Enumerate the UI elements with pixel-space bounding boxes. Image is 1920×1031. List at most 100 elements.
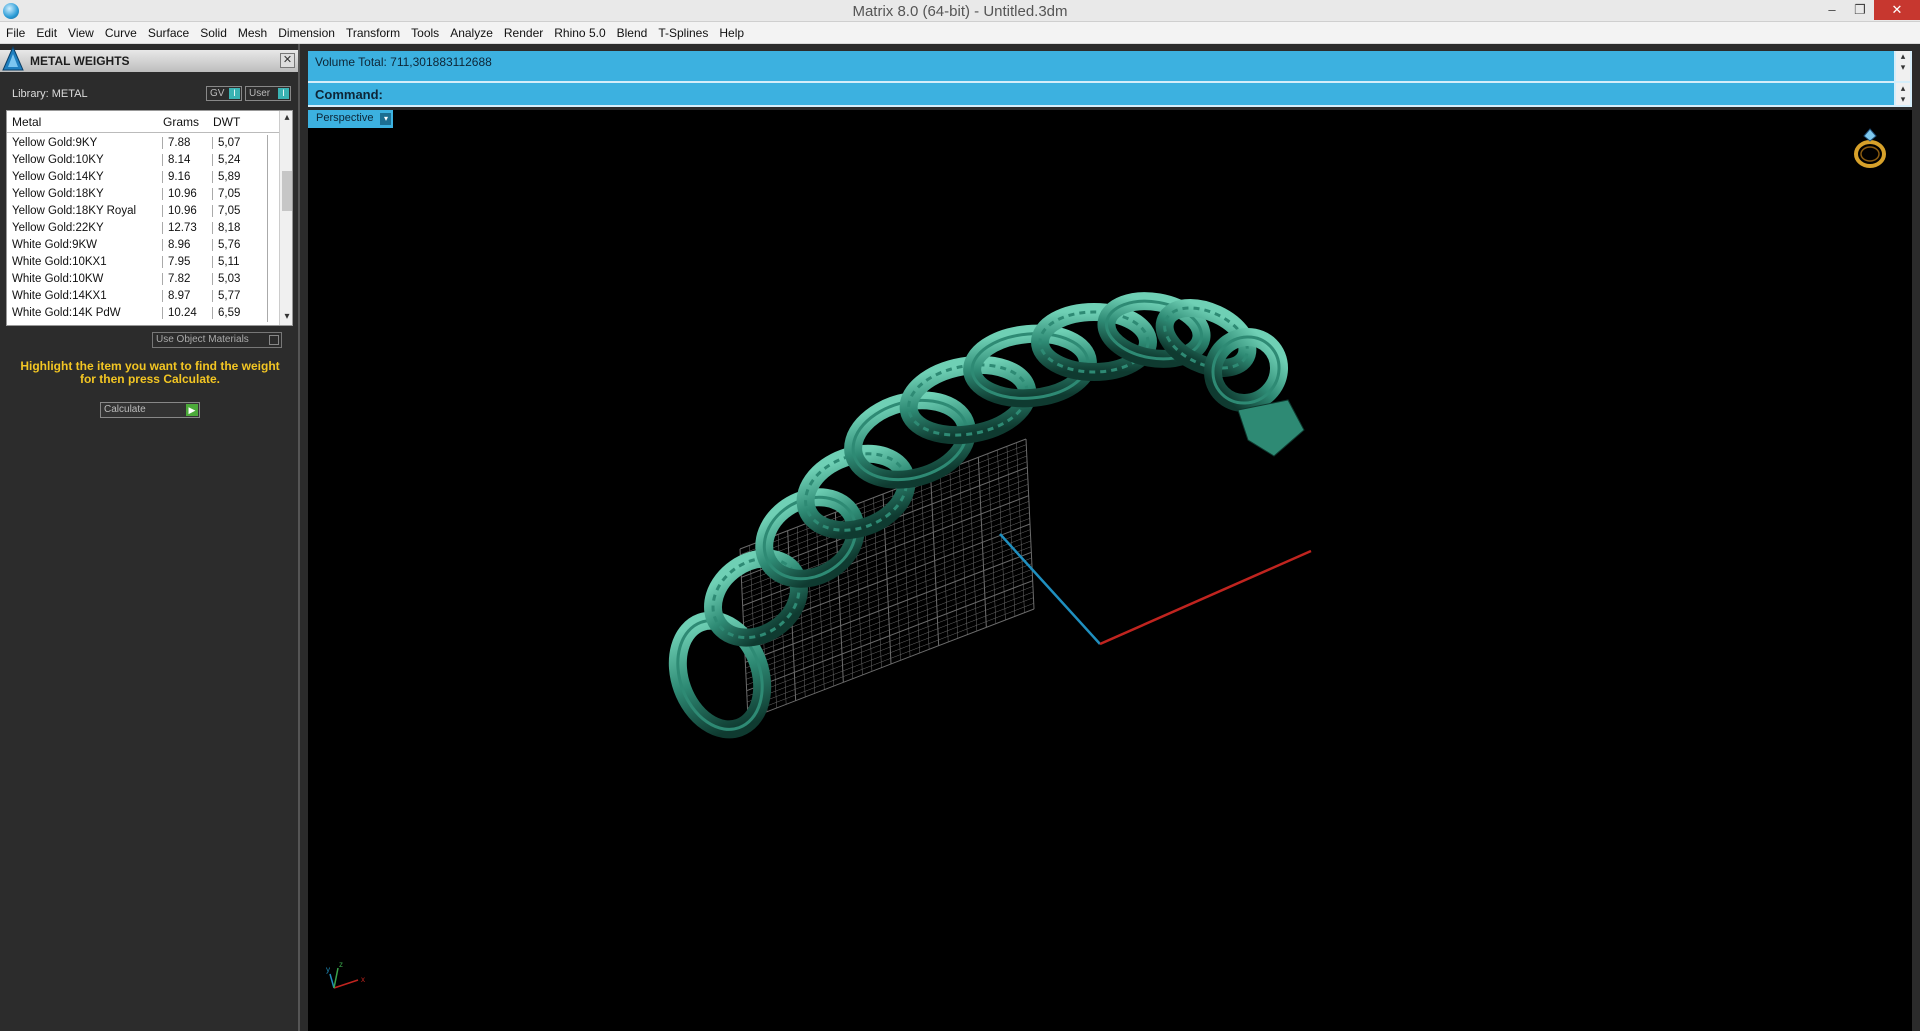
- matrix-logo-icon: [2, 46, 24, 71]
- menu-transform[interactable]: Transform: [346, 26, 400, 40]
- header-metal[interactable]: Metal: [12, 115, 41, 129]
- table-row[interactable]: Yellow Gold:18KY 10.96 7,05: [7, 186, 279, 203]
- svg-text:x: x: [361, 975, 365, 984]
- user-indicator: I: [278, 88, 289, 99]
- table-scrollbar[interactable]: ▴ ▾: [279, 111, 292, 325]
- grid-line: [1016, 442, 1025, 613]
- menu-help[interactable]: Help: [719, 26, 744, 40]
- command-line[interactable]: Command:: [308, 83, 1894, 105]
- gv-toggle[interactable]: GV I: [206, 86, 242, 101]
- metal-cell: Yellow Gold:18KY Royal: [12, 205, 137, 217]
- metal-cell: Yellow Gold:14KY: [12, 171, 104, 183]
- grams-cell: 10.24: [162, 307, 212, 319]
- row-end-divider: [267, 169, 268, 186]
- grid-line: [911, 482, 920, 654]
- row-end-divider: [267, 220, 268, 237]
- table-body: Yellow Gold:9KY 7.88 5,07 Yellow Gold:10KY 8…: [7, 135, 279, 322]
- menu-mesh[interactable]: Mesh: [238, 26, 267, 40]
- chain-bracelet-model[interactable]: [663, 292, 1305, 741]
- window-title: Matrix 8.0 (64-bit) - Untitled.3dm: [852, 3, 1068, 20]
- grams-cell: 7.88: [162, 137, 212, 149]
- menu-curve[interactable]: Curve: [105, 26, 137, 40]
- ring-icon[interactable]: [1850, 126, 1890, 170]
- menu-tsplines[interactable]: T-Splines: [658, 26, 708, 40]
- header-dwt[interactable]: DWT: [213, 115, 240, 129]
- table-row[interactable]: Yellow Gold:14KY 9.16 5,89: [7, 169, 279, 186]
- title-bar: Matrix 8.0 (64-bit) - Untitled.3dm – ❐ ✕: [0, 0, 1920, 22]
- instruction-text: Highlight the item you want to find the …: [20, 359, 280, 386]
- restore-button[interactable]: ❐: [1846, 0, 1874, 20]
- grid-line: [1025, 438, 1035, 610]
- metal-cell: Yellow Gold:10KY: [12, 154, 104, 166]
- perspective-viewport[interactable]: Perspective ▾ x y z: [308, 110, 1912, 1031]
- svg-text:y: y: [326, 965, 330, 974]
- close-button[interactable]: ✕: [1874, 0, 1920, 20]
- dwt-cell: 7,05: [212, 188, 272, 200]
- dwt-cell: 8,18: [212, 222, 272, 234]
- scene-canvas[interactable]: [308, 110, 1912, 1031]
- menu-analyze[interactable]: Analyze: [450, 26, 493, 40]
- dwt-cell: 6,59: [212, 307, 272, 319]
- grams-cell: 7.82: [162, 273, 212, 285]
- table-row[interactable]: Yellow Gold:22KY 12.73 8,18: [7, 220, 279, 237]
- scroll-down-icon[interactable]: ▾: [281, 311, 292, 323]
- row-end-divider: [267, 186, 268, 203]
- table-row[interactable]: White Gold:10KX1 7.95 5,11: [7, 254, 279, 271]
- panel-close-button[interactable]: ✕: [280, 53, 295, 68]
- menu-edit[interactable]: Edit: [36, 26, 57, 40]
- dwt-cell: 5,11: [212, 256, 272, 268]
- viewport-title-tab[interactable]: Perspective ▾: [308, 110, 394, 128]
- panel-header: METAL WEIGHTS ✕: [0, 46, 298, 72]
- row-end-divider: [267, 203, 268, 220]
- menu-render[interactable]: Render: [504, 26, 543, 40]
- menu-blend[interactable]: Blend: [617, 26, 648, 40]
- dwt-cell: 7,05: [212, 205, 272, 217]
- minimize-button[interactable]: –: [1818, 0, 1846, 20]
- menu-surface[interactable]: Surface: [148, 26, 189, 40]
- clasp: [1237, 399, 1305, 457]
- table-row[interactable]: Yellow Gold:18KY Royal 10.96 7,05: [7, 203, 279, 220]
- use-object-materials-label: Use Object Materials: [156, 334, 249, 345]
- metal-table: Metal Grams DWT Yellow Gold:9KY 7.88 5,07 Y…: [6, 110, 293, 326]
- scroll-thumb[interactable]: [282, 171, 292, 211]
- application-window: Matrix 8.0 (64-bit) - Untitled.3dm – ❐ ✕…: [0, 0, 1920, 1031]
- table-row[interactable]: White Gold:10KW 7.82 5,03: [7, 271, 279, 288]
- metal-weights-panel: METAL WEIGHTS ✕ Library: METAL GV I User…: [0, 44, 300, 1031]
- metal-cell: White Gold:14K PdW: [12, 307, 121, 319]
- menu-file[interactable]: File: [6, 26, 25, 40]
- menu-dimension[interactable]: Dimension: [278, 26, 335, 40]
- row-end-divider: [267, 305, 268, 322]
- history-scrollbar[interactable]: ▴ ▾: [1896, 51, 1910, 81]
- table-row[interactable]: Yellow Gold:9KY 7.88 5,07: [7, 135, 279, 152]
- table-row[interactable]: White Gold:14KX1 8.97 5,77: [7, 288, 279, 305]
- menu-solid[interactable]: Solid: [200, 26, 227, 40]
- table-row[interactable]: White Gold:9KW 8.96 5,76: [7, 237, 279, 254]
- row-end-divider: [267, 152, 268, 169]
- user-toggle[interactable]: User I: [245, 86, 291, 101]
- grid-line: [920, 479, 930, 650]
- metal-cell: White Gold:10KX1: [12, 256, 107, 268]
- command-spinner[interactable]: ▴ ▾: [1896, 83, 1910, 105]
- grams-cell: 9.16: [162, 171, 212, 183]
- scroll-up-icon[interactable]: ▴: [281, 112, 292, 124]
- header-grams[interactable]: Grams: [163, 115, 199, 129]
- grid-line: [959, 464, 968, 635]
- row-end-divider: [267, 135, 268, 152]
- menu-rhino[interactable]: Rhino 5.0: [554, 26, 605, 40]
- metal-cell: Yellow Gold:22KY: [12, 222, 104, 234]
- table-row[interactable]: White Gold:14K PdW 10.24 6,59: [7, 305, 279, 322]
- y-axis-line: [999, 533, 1101, 645]
- grid-line: [930, 475, 940, 646]
- row-end-divider: [267, 288, 268, 305]
- dropdown-icon[interactable]: ▾: [380, 113, 392, 125]
- menu-view[interactable]: View: [68, 26, 94, 40]
- command-prompt: Command:: [315, 87, 383, 102]
- dwt-cell: 5,24: [212, 154, 272, 166]
- menu-tools[interactable]: Tools: [411, 26, 439, 40]
- chain-link: [704, 549, 808, 647]
- calculate-button[interactable]: Calculate ▶: [100, 402, 200, 418]
- grams-cell: 8.14: [162, 154, 212, 166]
- checkbox-icon: [269, 335, 279, 345]
- table-row[interactable]: Yellow Gold:10KY 8.14 5,24: [7, 152, 279, 169]
- use-object-materials-toggle[interactable]: Use Object Materials: [152, 332, 282, 348]
